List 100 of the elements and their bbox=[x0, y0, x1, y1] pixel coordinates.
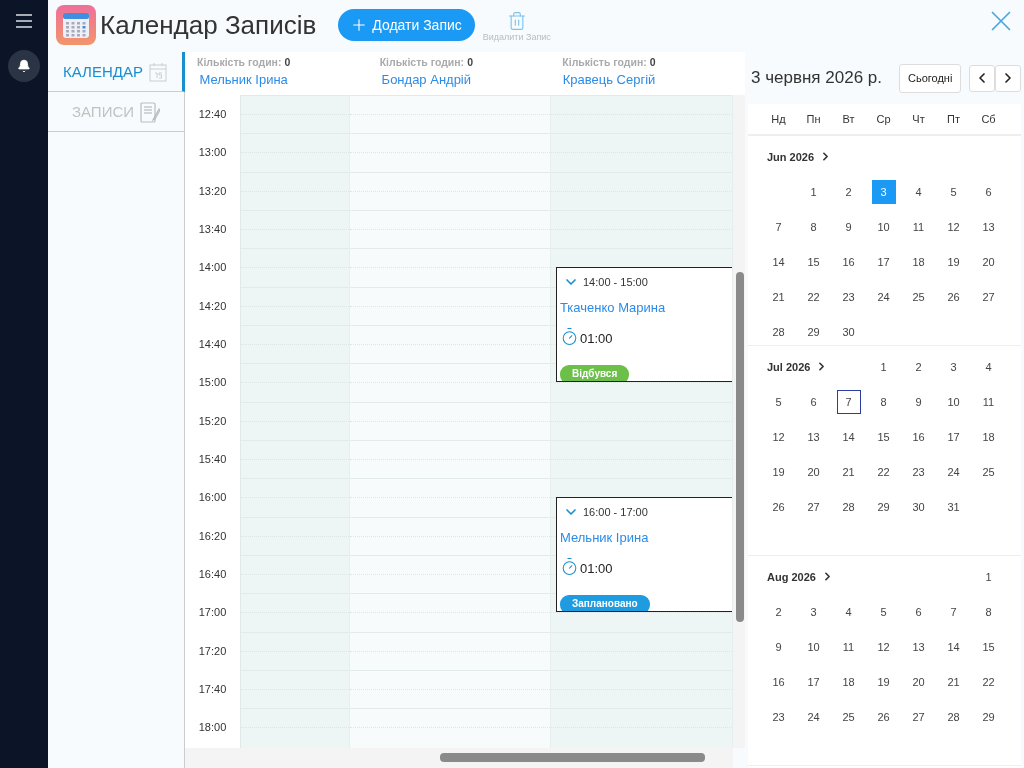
calendar-day[interactable]: 10 bbox=[871, 214, 896, 239]
calendar-day[interactable]: 6 bbox=[906, 599, 931, 624]
calendar-day[interactable]: 21 bbox=[941, 669, 966, 694]
calendar-day[interactable]: 5 bbox=[941, 179, 966, 204]
calendar-day[interactable]: 14 bbox=[941, 634, 966, 659]
calendar-day[interactable]: 22 bbox=[801, 284, 826, 309]
calendar-day[interactable]: 24 bbox=[801, 704, 826, 729]
calendar-day[interactable]: 9 bbox=[836, 214, 861, 239]
calendar-day[interactable]: 30 bbox=[906, 494, 931, 519]
calendar-day[interactable]: 24 bbox=[871, 284, 896, 309]
calendar-day[interactable]: 4 bbox=[836, 599, 861, 624]
calendar-day[interactable]: 17 bbox=[801, 669, 826, 694]
calendar-day[interactable]: 16 bbox=[766, 669, 791, 694]
calendar-day[interactable]: 3 bbox=[801, 599, 826, 624]
calendar-day[interactable]: 22 bbox=[871, 459, 896, 484]
calendar-day[interactable]: 9 bbox=[766, 634, 791, 659]
calendar-day[interactable]: 27 bbox=[906, 704, 931, 729]
calendar-day[interactable]: 3 bbox=[941, 354, 966, 379]
calendar-day[interactable]: 9 bbox=[906, 389, 931, 414]
calendar-day[interactable]: 17 bbox=[941, 424, 966, 449]
calendar-day[interactable]: 1 bbox=[801, 179, 826, 204]
calendar-day[interactable]: 23 bbox=[906, 459, 931, 484]
calendar-day[interactable]: 6 bbox=[976, 179, 1001, 204]
calendar-day[interactable]: 15 bbox=[801, 249, 826, 274]
appointment-card[interactable]: 14:00 - 15:00 Ткаченко Марина 01:00 Відбувся bbox=[556, 267, 732, 383]
month-label[interactable]: Jul 2026 bbox=[767, 349, 829, 384]
calendar-day[interactable]: 2 bbox=[766, 599, 791, 624]
calendar-day[interactable]: 26 bbox=[766, 494, 791, 519]
menu-icon[interactable] bbox=[16, 14, 32, 28]
calendar-day[interactable]: 15 bbox=[976, 634, 1001, 659]
calendar-day[interactable]: 25 bbox=[976, 459, 1001, 484]
calendar-day[interactable]: 23 bbox=[766, 704, 791, 729]
calendar-day[interactable]: 15 bbox=[871, 424, 896, 449]
calendar-day[interactable]: 19 bbox=[766, 459, 791, 484]
calendar-day[interactable]: 8 bbox=[871, 389, 896, 414]
calendar-day[interactable]: 16 bbox=[836, 249, 861, 274]
calendar-day[interactable]: 7 bbox=[836, 389, 861, 414]
calendar-day[interactable]: 1 bbox=[976, 564, 1001, 589]
calendar-day[interactable]: 11 bbox=[836, 634, 861, 659]
calendar-day[interactable]: 2 bbox=[836, 179, 861, 204]
month-label[interactable]: Jun 2026 bbox=[767, 139, 833, 174]
calendar-day[interactable]: 19 bbox=[941, 249, 966, 274]
calendar-day[interactable]: 23 bbox=[836, 284, 861, 309]
calendar-day[interactable]: 13 bbox=[801, 424, 826, 449]
calendar-day[interactable]: 10 bbox=[801, 634, 826, 659]
calendar-day[interactable]: 8 bbox=[976, 599, 1001, 624]
today-button[interactable]: Сьогодні bbox=[899, 63, 962, 93]
calendar-day[interactable]: 5 bbox=[871, 599, 896, 624]
calendar-day[interactable]: 27 bbox=[801, 494, 826, 519]
calendar-day[interactable]: 29 bbox=[801, 319, 826, 344]
calendar-day[interactable]: 4 bbox=[976, 354, 1001, 379]
month-label[interactable]: Aug 2026 bbox=[767, 559, 834, 594]
calendar-day[interactable]: 4 bbox=[906, 179, 931, 204]
calendar-day[interactable]: 5 bbox=[766, 389, 791, 414]
calendar-day[interactable]: 2 bbox=[906, 354, 931, 379]
calendar-day[interactable]: 28 bbox=[941, 704, 966, 729]
calendar-day[interactable]: 30 bbox=[836, 319, 861, 344]
calendar-day[interactable]: 29 bbox=[976, 704, 1001, 729]
calendar-day[interactable]: 12 bbox=[941, 214, 966, 239]
calendar-day[interactable]: 27 bbox=[976, 284, 1001, 309]
calendar-day[interactable]: 28 bbox=[766, 319, 791, 344]
staff-name[interactable]: Бондар Андрій bbox=[381, 72, 472, 87]
staff-name[interactable]: Мельник Ірина bbox=[199, 72, 288, 87]
notifications-button[interactable] bbox=[8, 50, 40, 82]
calendar-day[interactable]: 14 bbox=[836, 424, 861, 449]
calendar-day[interactable]: 13 bbox=[906, 634, 931, 659]
calendar-day[interactable]: 12 bbox=[766, 424, 791, 449]
calendar-day[interactable]: 20 bbox=[906, 669, 931, 694]
calendar-day[interactable]: 20 bbox=[801, 459, 826, 484]
calendar-day[interactable]: 21 bbox=[766, 284, 791, 309]
vertical-scrollbar[interactable] bbox=[733, 95, 745, 748]
calendar-day[interactable]: 1 bbox=[871, 354, 896, 379]
calendar-day[interactable]: 29 bbox=[871, 494, 896, 519]
calendar-day[interactable]: 18 bbox=[906, 249, 931, 274]
calendar-day[interactable]: 16 bbox=[906, 424, 931, 449]
calendar-day[interactable]: 12 bbox=[871, 634, 896, 659]
calendar-day[interactable]: 19 bbox=[871, 669, 896, 694]
appointment-card[interactable]: 16:00 - 17:00 Мельник Ірина 01:00 Заплановано bbox=[556, 497, 732, 613]
calendar-day[interactable]: 11 bbox=[976, 389, 1001, 414]
calendar-day[interactable]: 6 bbox=[801, 389, 826, 414]
calendar-day[interactable]: 18 bbox=[836, 669, 861, 694]
calendar-day[interactable]: 22 bbox=[976, 669, 1001, 694]
calendar-day[interactable]: 26 bbox=[941, 284, 966, 309]
calendar-day[interactable]: 28 bbox=[836, 494, 861, 519]
calendar-day[interactable]: 26 bbox=[871, 704, 896, 729]
calendar-day[interactable]: 31 bbox=[941, 494, 966, 519]
staff-name[interactable]: Кравець Сергій bbox=[562, 72, 656, 87]
horizontal-scrollbar[interactable] bbox=[185, 748, 733, 768]
calendar-day[interactable]: 25 bbox=[836, 704, 861, 729]
calendar-day[interactable]: 24 bbox=[941, 459, 966, 484]
calendar-day[interactable]: 10 bbox=[941, 389, 966, 414]
calendar-day[interactable]: 25 bbox=[906, 284, 931, 309]
calendar-day[interactable]: 13 bbox=[976, 214, 1001, 239]
calendar-day[interactable]: 20 bbox=[976, 249, 1001, 274]
calendar-day[interactable]: 7 bbox=[941, 599, 966, 624]
calendar-day[interactable]: 18 bbox=[976, 424, 1001, 449]
previous-button[interactable] bbox=[969, 64, 996, 92]
calendar-day[interactable]: 8 bbox=[801, 214, 826, 239]
calendar-day[interactable]: 7 bbox=[766, 214, 791, 239]
calendar-day[interactable]: 21 bbox=[836, 459, 861, 484]
